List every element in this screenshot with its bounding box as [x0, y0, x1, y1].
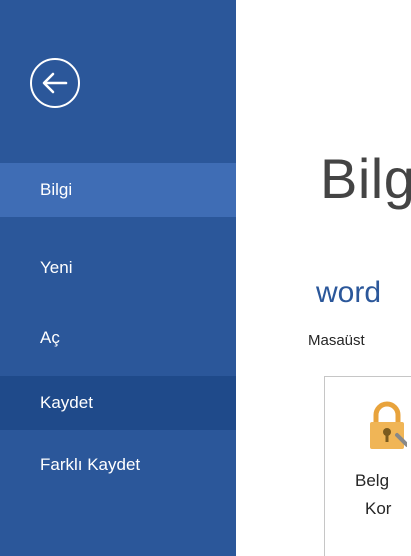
- sidebar-item-label: Bilgi: [40, 180, 73, 199]
- back-button[interactable]: [30, 58, 80, 108]
- tile-label-line2: Kor: [365, 499, 392, 518]
- back-arrow-icon: [42, 72, 68, 94]
- sidebar-item-label: Aç: [40, 328, 60, 347]
- backstage-sidebar: Bilgi Yeni Aç Kaydet Farklı Kaydet: [0, 0, 236, 556]
- protect-document-tile[interactable]: Belg Kor: [324, 376, 411, 556]
- sidebar-item-label: Kaydet: [40, 393, 93, 412]
- sidebar-item-open[interactable]: Aç: [0, 311, 236, 365]
- backstage-content: Bilg word Masaüst Belg Kor: [236, 0, 411, 556]
- document-location: Masaüst: [308, 332, 365, 349]
- sidebar-item-label: Farklı Kaydet: [40, 455, 141, 474]
- sidebar-item-save-as[interactable]: Farklı Kaydet: [0, 438, 236, 492]
- lock-key-icon: [370, 401, 407, 449]
- page-title: Bilg: [320, 147, 411, 210]
- document-name: word: [316, 276, 382, 309]
- tile-label-line1: Belg: [355, 471, 390, 490]
- sidebar-item-save[interactable]: Kaydet: [0, 376, 236, 430]
- sidebar-item-label: Yeni: [40, 258, 73, 277]
- sidebar-item-info[interactable]: Bilgi: [0, 163, 236, 217]
- sidebar-item-new[interactable]: Yeni: [0, 241, 236, 295]
